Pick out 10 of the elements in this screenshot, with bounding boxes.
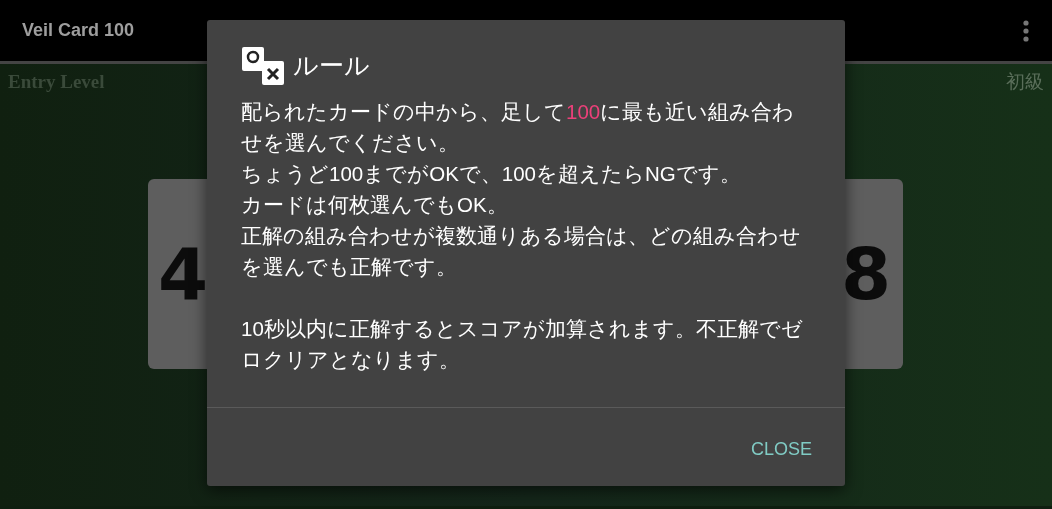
level-label: 初級 <box>1006 70 1044 94</box>
rule-text: ちょうど100までがOKで、100を超えたらNGです。 <box>241 161 742 187</box>
card-number: 8 <box>840 231 891 318</box>
rule-text: カードは何枚選んでもOK。 <box>241 192 509 218</box>
rule-text: 配られたカードの中から、足して100に最も近い組み合わせを選んでください。 <box>241 99 796 156</box>
dialog-title: ルール <box>293 50 370 82</box>
app-title: Veil Card 100 <box>22 19 135 42</box>
rule-text: 正解の組み合わせが複数通りある場合は、どの組み合わせを選んでも正解です。 <box>241 223 802 280</box>
rule-text: 10秒以内に正解するとスコアが加算されます。不正解でゼロクリアとなります。 <box>241 316 803 373</box>
card-number: 4 <box>158 231 209 318</box>
